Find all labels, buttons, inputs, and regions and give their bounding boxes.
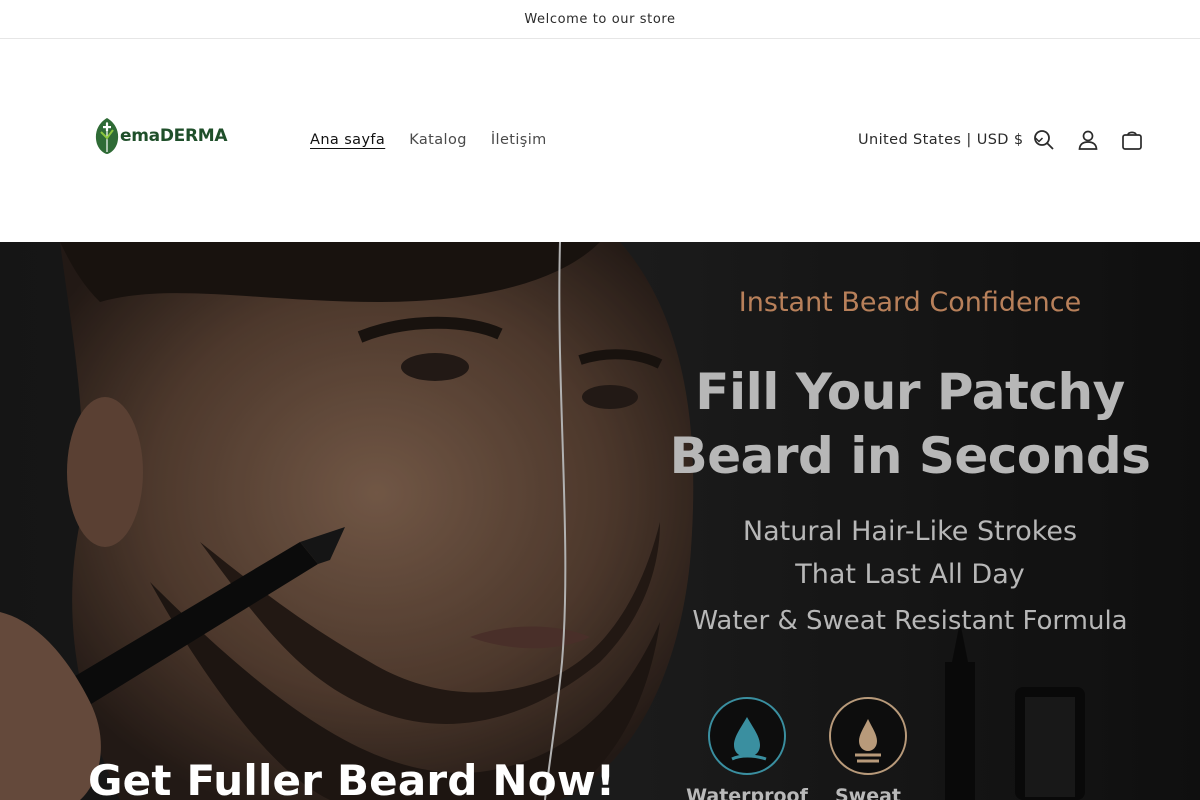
search-icon <box>1034 130 1054 150</box>
cart-button[interactable] <box>1115 123 1149 157</box>
promo-eyebrow: Instant Beard Confidence <box>738 287 1082 318</box>
sweat-label: Sweat <box>834 785 902 800</box>
store-logo[interactable]: emaDERMA <box>92 115 228 157</box>
nav-item-contact[interactable]: İletişim <box>479 127 559 153</box>
nav-item-home[interactable]: Ana sayfa <box>298 127 397 153</box>
nav-item-catalog[interactable]: Katalog <box>397 127 479 153</box>
hero-banner: Instant Beard Confidence Fill Your Patch… <box>0 242 1200 800</box>
search-button[interactable] <box>1027 123 1061 157</box>
site-header: emaDERMA Ana sayfa Katalog İletişim Unit… <box>0 39 1200 242</box>
sweat-badge <box>829 697 907 775</box>
announcement-text: Welcome to our store <box>524 11 676 27</box>
promo-subheadline: Natural Hair-Like Strokes That Last All … <box>650 510 1170 596</box>
cart-icon <box>1122 131 1142 150</box>
account-icon <box>1078 130 1098 150</box>
promo-headline-line-2: Beard in Seconds <box>669 427 1151 485</box>
country-currency-label: United States | USD $ <box>858 132 1024 148</box>
country-currency-selector[interactable]: United States | USD $ <box>858 127 1044 153</box>
account-button[interactable] <box>1071 123 1105 157</box>
promo-sub-line-2: That Last All Day <box>795 559 1025 590</box>
announcement-bar: Welcome to our store <box>0 0 1200 39</box>
promo-formula: Water & Sweat Resistant Formula <box>692 606 1128 636</box>
logo-text: emaDERMA <box>120 126 228 146</box>
waterproof-label: Waterproof <box>686 785 808 800</box>
logo-leaf-icon <box>92 116 122 156</box>
waterproof-badge <box>708 697 786 775</box>
sweat-drop-icon <box>855 719 881 763</box>
water-drop-icon <box>731 717 767 761</box>
main-nav: Ana sayfa Katalog İletişim <box>298 127 559 153</box>
promo-headline-line-1: Fill Your Patchy <box>695 363 1125 421</box>
promo-sub-line-1: Natural Hair-Like Strokes <box>742 516 1078 547</box>
promo-headline: Fill Your Patchy Beard in Seconds <box>650 360 1170 488</box>
hero-heading: Get Fuller Beard Now! <box>88 756 616 800</box>
